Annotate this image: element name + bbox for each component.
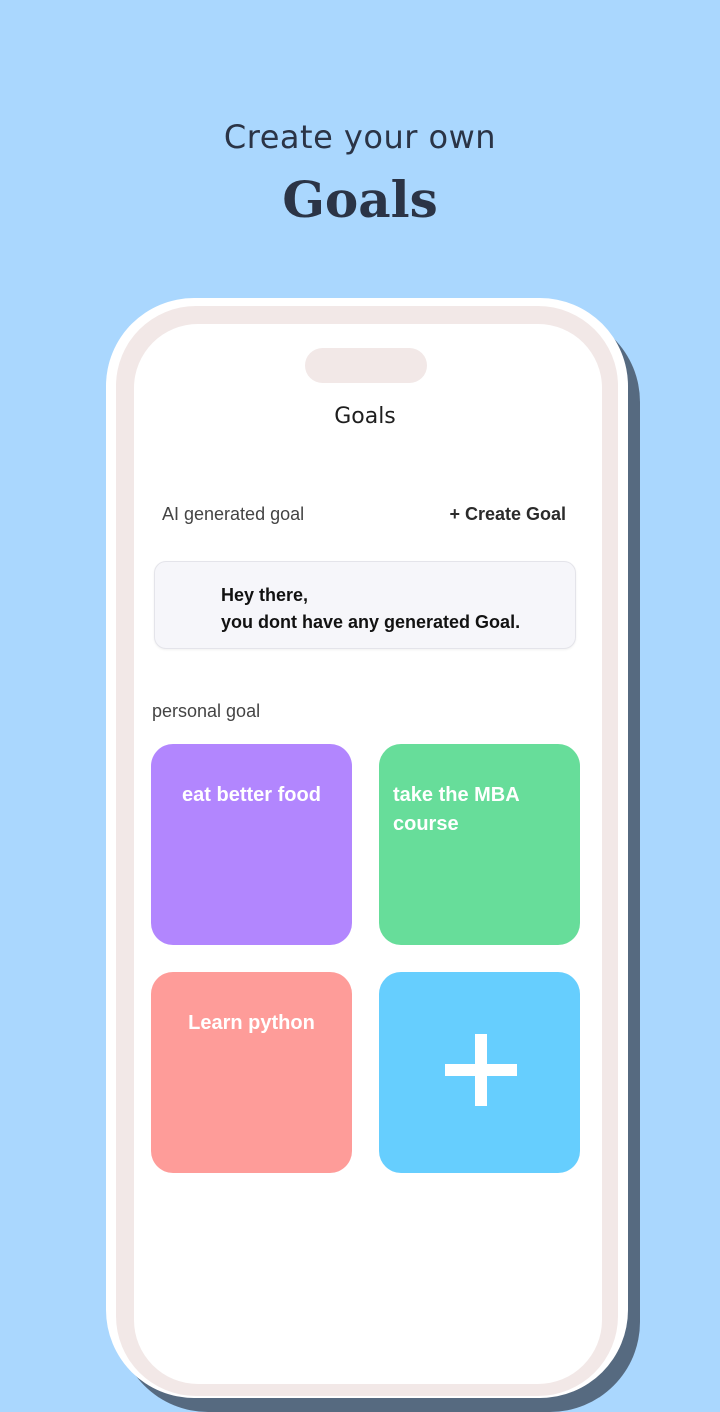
goal-tile-learn-python[interactable]: Learn python (151, 972, 352, 1173)
add-goal-tile[interactable] (379, 972, 580, 1173)
ai-goal-empty-card: Hey there, you dont have any generated G… (154, 561, 576, 649)
personal-section-label: personal goal (152, 701, 261, 721)
plus-icon (445, 1034, 517, 1106)
hero-subtitle: Create your own (223, 118, 497, 156)
goal-tile-label: take the MBA course (393, 784, 519, 835)
ai-section-label: AI generated goal (162, 504, 305, 524)
phone-screen: Goals AI generated goal + Create Goal He… (134, 324, 602, 1384)
goal-tile-label: eat better food (182, 784, 321, 806)
hero-title: Goals (282, 170, 438, 229)
create-goal-button[interactable]: + Create Goal (449, 504, 566, 525)
empty-message-line-2: you dont have any generated Goal. (221, 612, 521, 632)
goal-tile-eat-better-food[interactable]: eat better food (151, 744, 352, 945)
empty-message-line-1: Hey there, (221, 585, 309, 605)
goal-tile-mba-course[interactable]: take the MBA course (379, 744, 580, 945)
phone-notch (305, 348, 427, 383)
goal-tile-label: Learn python (188, 1012, 315, 1034)
screen-title: Goals (334, 404, 396, 429)
